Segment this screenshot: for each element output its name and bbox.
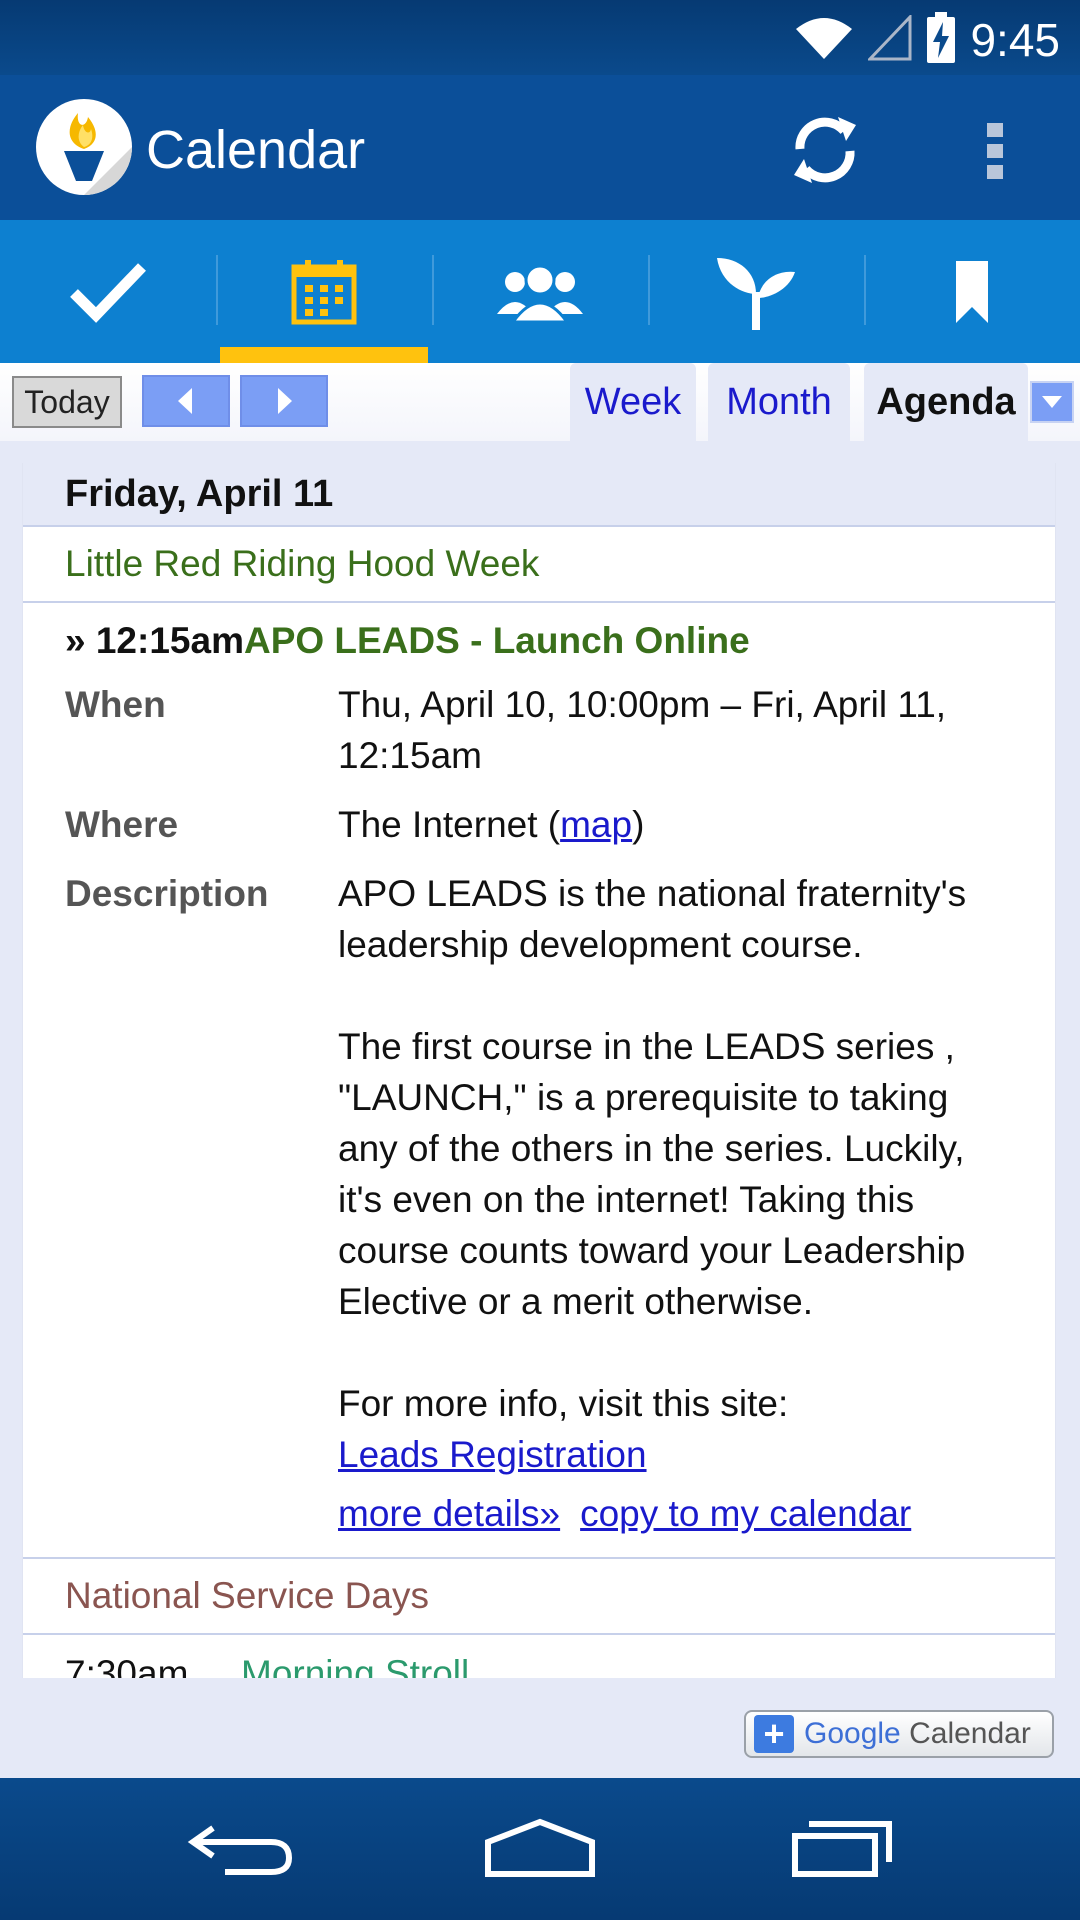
where-label: Where: [65, 804, 179, 845]
event-time: » 12:15am: [65, 620, 244, 661]
more-vertical-icon: [987, 123, 1003, 179]
where-text: The Internet (: [338, 804, 561, 845]
allday-event[interactable]: Little Red Riding Hood Week: [23, 527, 1055, 603]
description-value: APO LEADS is the national fraternity's l…: [338, 868, 1018, 1539]
back-button[interactable]: [170, 1808, 310, 1888]
app-logo-icon[interactable]: [36, 99, 132, 195]
when-row: When Thu, April 10, 10:00pm – Fri, April…: [23, 679, 1055, 781]
people-icon: [497, 264, 583, 322]
registration-link[interactable]: Leads Registration: [338, 1434, 647, 1475]
where-value: The Internet (map): [338, 799, 1018, 850]
signal-icon: [866, 12, 912, 66]
google-calendar-label: Google Calendar: [804, 1717, 1031, 1750]
tab-agenda[interactable]: Agenda: [864, 363, 1028, 441]
when-label: When: [65, 684, 166, 725]
description-paragraph: For more info, visit this site:: [338, 1383, 789, 1424]
event-time: 7:30am: [65, 1653, 189, 1678]
app-bar: Calendar: [0, 75, 1080, 220]
description-paragraph: APO LEADS is the national fraternity's l…: [338, 873, 967, 965]
tab-tasks[interactable]: [0, 220, 216, 363]
tab-month[interactable]: Month: [708, 363, 850, 441]
recents-button[interactable]: [774, 1808, 914, 1888]
tab-calendar[interactable]: [216, 220, 432, 363]
tab-bar: [0, 220, 1080, 363]
plus-icon: +: [754, 1713, 794, 1754]
today-button[interactable]: Today: [12, 376, 122, 428]
google-calendar-button[interactable]: + Google Calendar: [744, 1710, 1054, 1758]
agenda-list: Friday, April 11 Little Red Riding Hood …: [22, 463, 1056, 1678]
previous-button[interactable]: [142, 375, 230, 427]
tab-week[interactable]: Week: [570, 363, 696, 441]
bookmark-icon: [956, 260, 988, 323]
tab-bookmarks[interactable]: [864, 220, 1080, 363]
more-details-link[interactable]: more details»: [338, 1488, 560, 1539]
description-paragraph: The first course in the LEADS series , "…: [338, 1026, 966, 1322]
chevron-down-icon: [1042, 396, 1062, 408]
checkmark-icon: [70, 262, 146, 323]
recents-icon: [792, 1821, 892, 1877]
event-name: APO LEADS - Launch Online: [243, 620, 750, 661]
home-icon: [485, 1818, 595, 1877]
date-header: Friday, April 11: [23, 463, 1055, 527]
system-nav-bar: [0, 1778, 1080, 1920]
allday-event[interactable]: National Service Days: [23, 1559, 1055, 1635]
chevron-left-icon: [178, 388, 192, 414]
wifi-icon: [794, 15, 854, 66]
refresh-button[interactable]: [780, 105, 870, 195]
overflow-menu-button[interactable]: [960, 105, 1030, 195]
description-row: Description APO LEADS is the national fr…: [23, 868, 1055, 1539]
calendar-webview: Today Week Month Agenda Friday, April 11…: [0, 363, 1080, 1778]
copy-to-calendar-link[interactable]: copy to my calendar: [580, 1488, 911, 1539]
tab-growth[interactable]: [648, 220, 864, 363]
refresh-icon: [794, 117, 856, 183]
event-title-row[interactable]: » 12:15am APO LEADS - Launch Online: [23, 603, 1055, 679]
where-text-close: ): [632, 804, 645, 845]
event-row[interactable]: 7:30am Morning Stroll: [23, 1635, 1055, 1678]
when-value: Thu, April 10, 10:00pm – Fri, April 11, …: [338, 684, 947, 776]
app-title: Calendar: [146, 120, 366, 180]
status-time: 9:45: [970, 14, 1060, 66]
calendar-icon: [291, 259, 357, 324]
event-detail: » 12:15am APO LEADS - Launch Online When…: [23, 603, 1055, 1559]
home-button[interactable]: [470, 1808, 610, 1888]
event-name: Morning Stroll: [241, 1653, 470, 1678]
back-icon: [187, 1825, 293, 1875]
status-bar: 9:45: [0, 0, 1080, 75]
chevron-right-icon: [278, 388, 292, 414]
battery-charging-icon: [926, 11, 956, 69]
map-link[interactable]: map: [560, 804, 632, 845]
status-icons: 9:45: [794, 10, 1060, 70]
description-label: Description: [65, 873, 269, 914]
sprout-icon: [717, 257, 795, 330]
next-button[interactable]: [240, 375, 328, 427]
tab-people[interactable]: [432, 220, 648, 363]
calendar-toolbar: Today Week Month Agenda: [0, 363, 1080, 441]
where-row: Where The Internet (map): [23, 799, 1055, 850]
event-actions: more details» copy to my calendar: [338, 1488, 1018, 1539]
view-dropdown-button[interactable]: [1030, 381, 1074, 423]
